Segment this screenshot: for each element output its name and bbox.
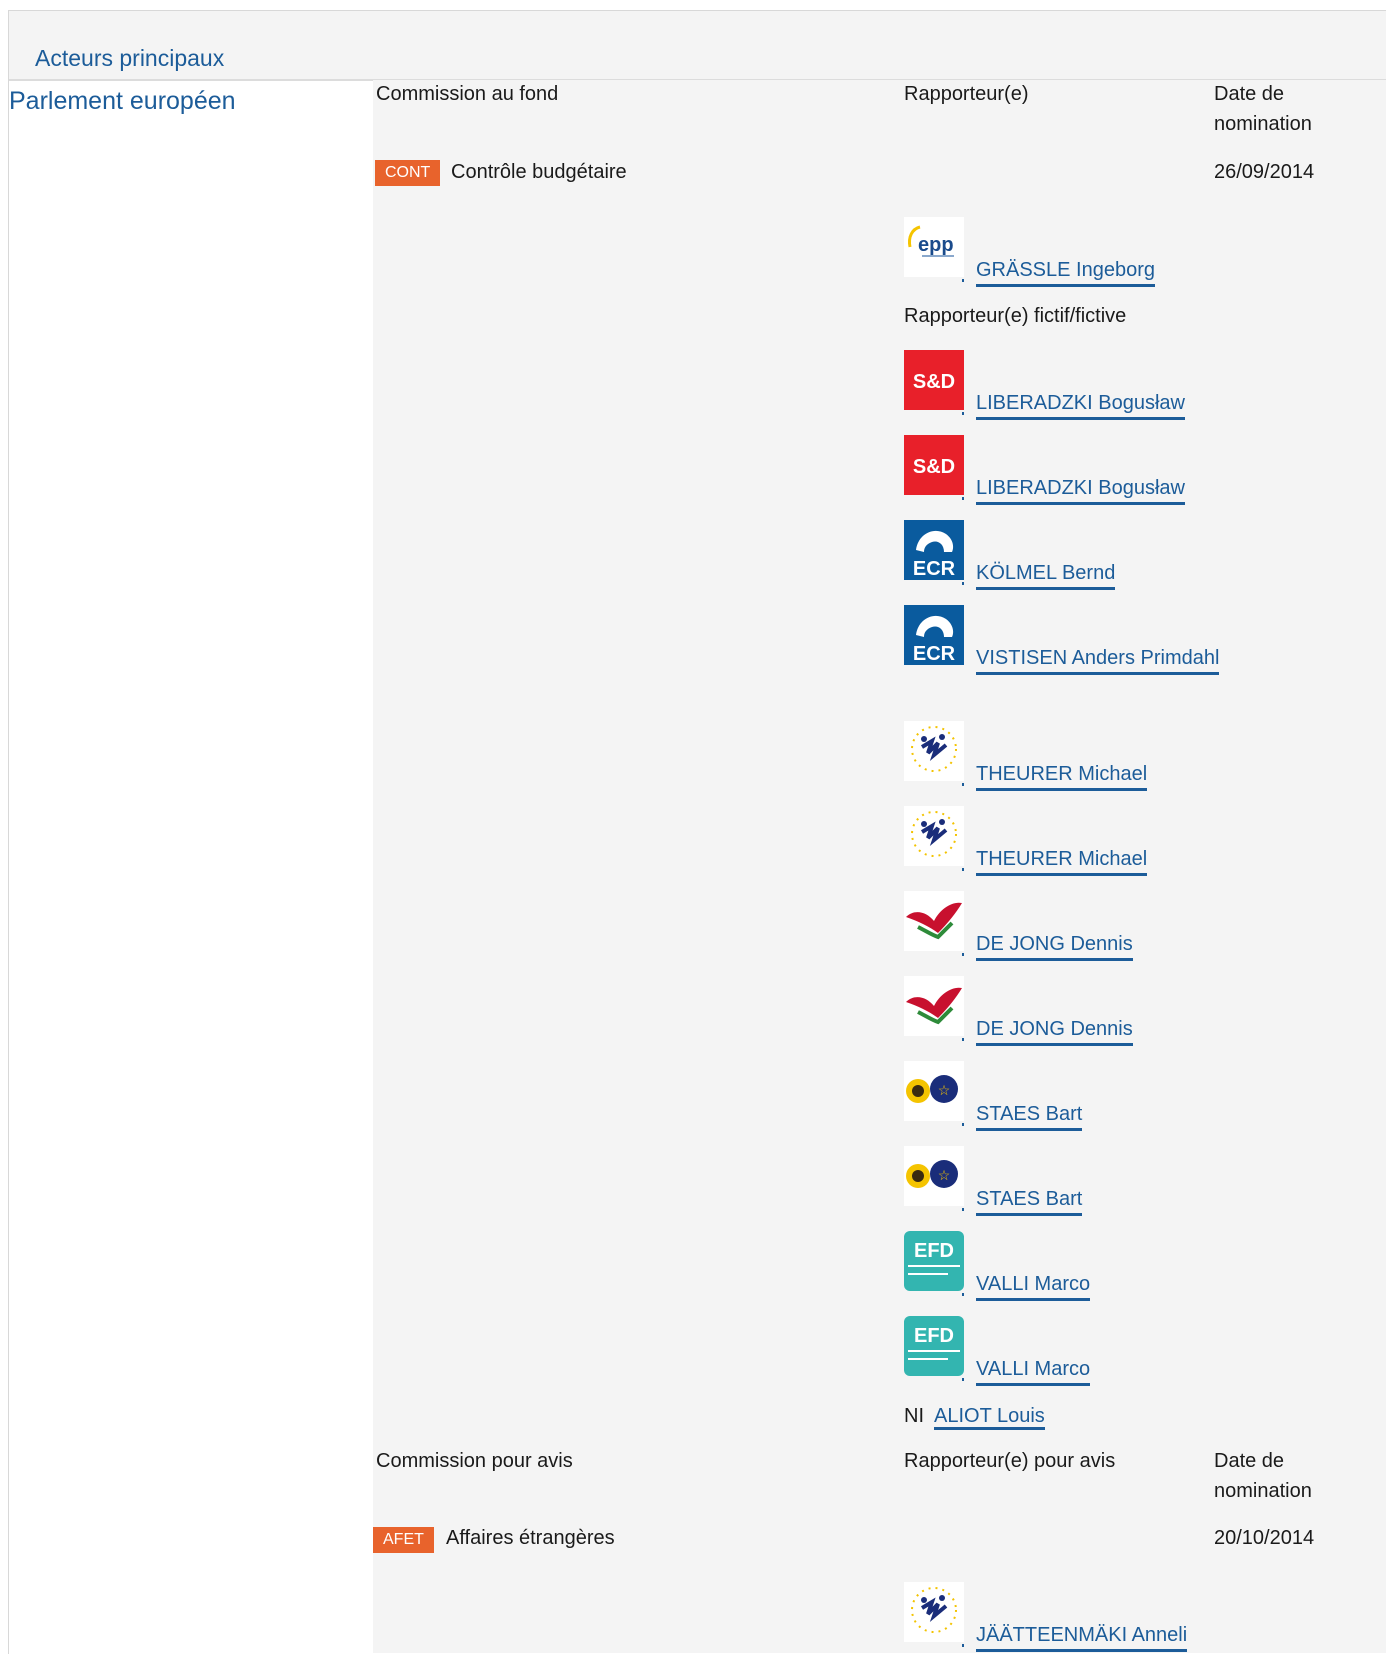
shadow-entry: ☆ STAES Bart bbox=[904, 1061, 1234, 1133]
shadow-rapporteur-link[interactable]: VISTISEN Anders Primdahl bbox=[976, 645, 1220, 675]
col-header-date-line1: Date de bbox=[1214, 83, 1285, 105]
rapporteur-link[interactable]: GRÄSSLE Ingeborg bbox=[976, 257, 1155, 287]
shadow-rapporteur-link[interactable]: DE JONG Dennis bbox=[976, 1016, 1133, 1046]
svg-text:EFD: EFD bbox=[914, 1325, 954, 1347]
alde-logo-icon bbox=[904, 721, 964, 781]
svg-text:ECR: ECR bbox=[913, 558, 956, 580]
rapporteur-entry: epp GRÄSSLE Ingeborg bbox=[904, 217, 1234, 289]
shadow-rapporteur-link[interactable]: STAES Bart bbox=[976, 1186, 1083, 1216]
shadow-rapporteur-link[interactable]: DE JONG Dennis bbox=[976, 931, 1133, 961]
gue-ngl-logo-icon bbox=[904, 976, 964, 1036]
svg-text:S&D: S&D bbox=[913, 456, 955, 478]
nomination-date-lead: 26/09/2014 bbox=[1214, 161, 1315, 183]
shadow-entry: DE JONG Dennis bbox=[904, 976, 1234, 1048]
shadow-entry: THEURER Michael bbox=[904, 806, 1234, 878]
committee-badge-afet[interactable]: AFET bbox=[373, 1527, 434, 1553]
committee-name-opinion: Affaires étrangères bbox=[446, 1527, 615, 1549]
svg-text:☆: ☆ bbox=[938, 1167, 951, 1183]
actors-table-panel bbox=[373, 80, 1386, 1653]
shadow-rapporteur-link[interactable]: LIBERADZKI Bogusław bbox=[976, 390, 1185, 420]
svg-text:☆: ☆ bbox=[938, 1082, 951, 1098]
shadow-entry: S&D LIBERADZKI Bogusław bbox=[904, 435, 1234, 507]
sd-logo-icon: S&D bbox=[904, 435, 964, 495]
col-header-opinion-committee: Commission pour avis bbox=[376, 1450, 573, 1472]
ni-label: NI bbox=[904, 1405, 924, 1427]
shadow-entry: ECR KÖLMEL Bernd bbox=[904, 520, 1234, 592]
nomination-date-opinion: 20/10/2014 bbox=[1214, 1527, 1315, 1549]
sd-logo-icon: S&D bbox=[904, 350, 964, 410]
svg-text:S&D: S&D bbox=[913, 371, 955, 393]
shadow-rapporteur-link[interactable]: THEURER Michael bbox=[976, 846, 1148, 876]
shadow-rapporteur-link[interactable]: THEURER Michael bbox=[976, 761, 1148, 791]
col-header-date-line1: Date de bbox=[1214, 1450, 1285, 1472]
col-header-rapporteur: Rapporteur(e) bbox=[904, 83, 1029, 105]
svg-text:epp: epp bbox=[918, 234, 954, 256]
greens-efa-logo-icon: ☆ bbox=[904, 1061, 964, 1121]
institution-label[interactable]: Parlement européen bbox=[9, 87, 236, 116]
ni-member-link[interactable]: ALIOT Louis bbox=[934, 1405, 1045, 1430]
gue-ngl-logo-icon bbox=[904, 891, 964, 951]
svg-text:EFD: EFD bbox=[914, 1240, 954, 1262]
shadow-entry: S&D LIBERADZKI Bogusław bbox=[904, 350, 1234, 422]
ni-entry: NI ALIOT Louis bbox=[904, 1405, 1045, 1430]
section-title: Acteurs principaux bbox=[35, 45, 225, 71]
efdd-logo-icon: EFD bbox=[904, 1231, 964, 1291]
greens-efa-logo-icon: ☆ bbox=[904, 1146, 964, 1206]
opinion-rapporteur-entry: JÄÄTTEENMÄKI Anneli bbox=[904, 1582, 1234, 1654]
committee-badge-cont[interactable]: CONT bbox=[375, 160, 441, 186]
shadow-rapporteur-link[interactable]: STAES Bart bbox=[976, 1101, 1083, 1131]
efdd-logo-icon: EFD bbox=[904, 1316, 964, 1376]
svg-text:ECR: ECR bbox=[913, 643, 956, 665]
shadow-entry: EFD VALLI Marco bbox=[904, 1231, 1234, 1303]
shadow-rapporteur-link[interactable]: LIBERADZKI Bogusław bbox=[976, 475, 1185, 505]
col-header-opinion-rapporteur: Rapporteur(e) pour avis bbox=[904, 1450, 1116, 1472]
shadow-rapporteur-link[interactable]: KÖLMEL Bernd bbox=[976, 560, 1116, 590]
epp-logo-icon: epp bbox=[904, 217, 964, 277]
shadow-entry: ECR VISTISEN Anders Primdahl bbox=[904, 605, 1234, 705]
shadow-entry: ☆ STAES Bart bbox=[904, 1146, 1234, 1218]
col-header-date-line2: nomination bbox=[1214, 113, 1312, 135]
shadow-rapporteur-link[interactable]: VALLI Marco bbox=[976, 1271, 1091, 1301]
shadow-entry: EFD VALLI Marco bbox=[904, 1316, 1234, 1388]
alde-logo-icon bbox=[904, 806, 964, 866]
section-header: Acteurs principaux bbox=[9, 11, 1386, 81]
opinion-rapporteur-link[interactable]: JÄÄTTEENMÄKI Anneli bbox=[976, 1622, 1188, 1652]
committee-name-lead: Contrôle budgétaire bbox=[451, 161, 627, 183]
shadow-entry: DE JONG Dennis bbox=[904, 891, 1234, 963]
col-header-lead-committee: Commission au fond bbox=[376, 83, 559, 105]
shadow-rapporteur-label: Rapporteur(e) fictif/fictive bbox=[904, 305, 1127, 327]
ecr-logo-icon: ECR bbox=[904, 605, 964, 665]
ecr-logo-icon: ECR bbox=[904, 520, 964, 580]
shadow-entry: THEURER Michael bbox=[904, 721, 1234, 793]
col-header-date-line2: nomination bbox=[1214, 1480, 1312, 1502]
shadow-rapporteur-link[interactable]: VALLI Marco bbox=[976, 1356, 1091, 1386]
alde-logo-icon bbox=[904, 1582, 964, 1642]
